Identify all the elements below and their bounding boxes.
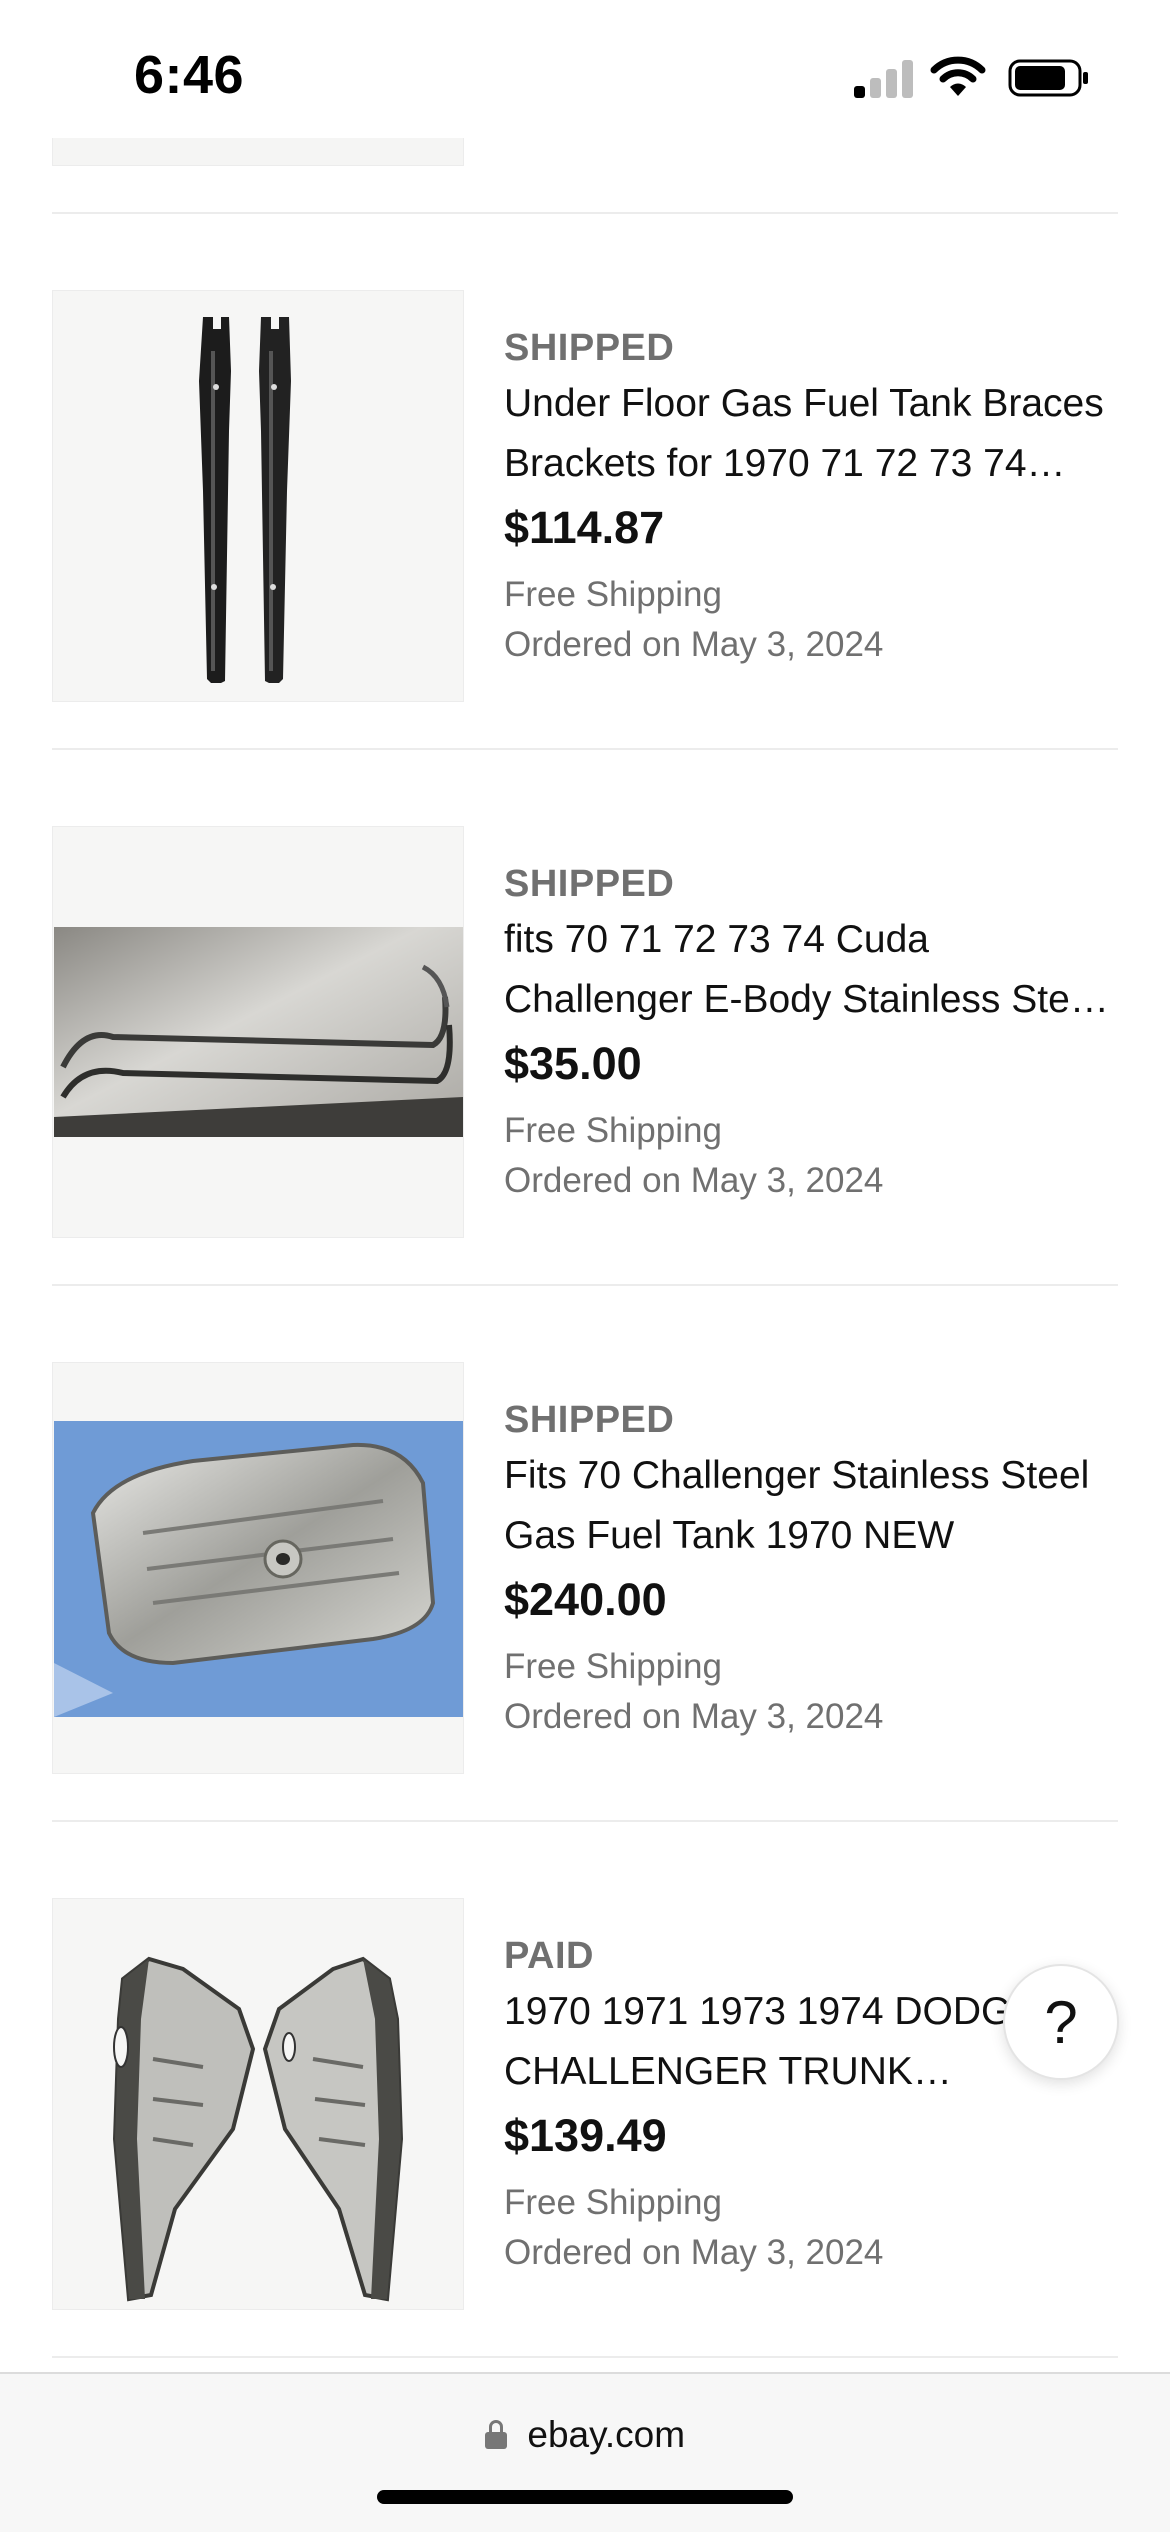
browser-address-bar[interactable]: ebay.com [0,2372,1170,2532]
url-text: ebay.com [527,2414,686,2455]
item-price: $114.87 [504,502,665,553]
order-date: Ordered on May 3, 2024 [504,1161,884,1200]
cellular-signal-icon [854,58,914,98]
item-image[interactable] [52,290,464,702]
item-image[interactable] [52,1362,464,1774]
item-image[interactable] [52,1898,464,2310]
order-status: SHIPPED [504,327,675,369]
item-image[interactable] [52,826,464,1238]
shipping-info: Free Shipping [504,2183,722,2222]
item-title[interactable]: Under Floor Gas Fuel Tank Braces Bracket… [504,374,1116,494]
order-date: Ordered on May 3, 2024 [504,625,884,664]
help-icon: ? [1044,1988,1078,2056]
help-button[interactable]: ? [1003,1964,1119,2080]
item-price: $35.00 [504,1038,642,1089]
battery-icon [1008,58,1090,98]
item-price: $139.49 [504,2110,667,2161]
divider [52,748,1118,750]
item-price: $240.00 [504,1574,667,1625]
item-title[interactable]: Fits 70 Challenger Stainless Steel Gas F… [504,1446,1116,1566]
lock-icon [484,2420,507,2450]
order-info: SHIPPED Fits 70 Challenger Stainless Ste… [504,1396,1116,1742]
divider [52,1284,1118,1286]
status-time: 6:46 [134,45,245,105]
order-item[interactable]: SHIPPED Under Floor Gas Fuel Tank Braces… [52,290,1118,706]
order-status: SHIPPED [504,1399,675,1441]
order-info: SHIPPED fits 70 71 72 73 74 Cuda Challen… [504,860,1116,1206]
shipping-info: Free Shipping [504,1111,722,1150]
divider [52,212,1118,214]
url-display[interactable]: ebay.com [0,2414,1170,2456]
order-status: PAID [504,1935,594,1977]
wifi-icon [930,56,986,98]
order-date: Ordered on May 3, 2024 [504,2233,884,2272]
divider [52,2356,1118,2358]
order-item[interactable]: SHIPPED fits 70 71 72 73 74 Cuda Challen… [52,826,1118,1242]
status-bar: 6:46 [0,0,1170,150]
shipping-info: Free Shipping [504,575,722,614]
order-status: SHIPPED [504,863,675,905]
order-info: SHIPPED Under Floor Gas Fuel Tank Braces… [504,324,1116,670]
order-date: Ordered on May 3, 2024 [504,1697,884,1736]
home-indicator[interactable] [377,2490,793,2504]
shipping-info: Free Shipping [504,1647,722,1686]
order-item[interactable]: PAID 1970 1971 1973 1974 DODGE CHALLENGE… [52,1898,1118,2314]
order-item[interactable]: SHIPPED Fits 70 Challenger Stainless Ste… [52,1362,1118,1778]
partial-item-image[interactable] [52,138,464,166]
item-title[interactable]: fits 70 71 72 73 74 Cuda Challenger E-Bo… [504,910,1116,1030]
divider [52,1820,1118,1822]
